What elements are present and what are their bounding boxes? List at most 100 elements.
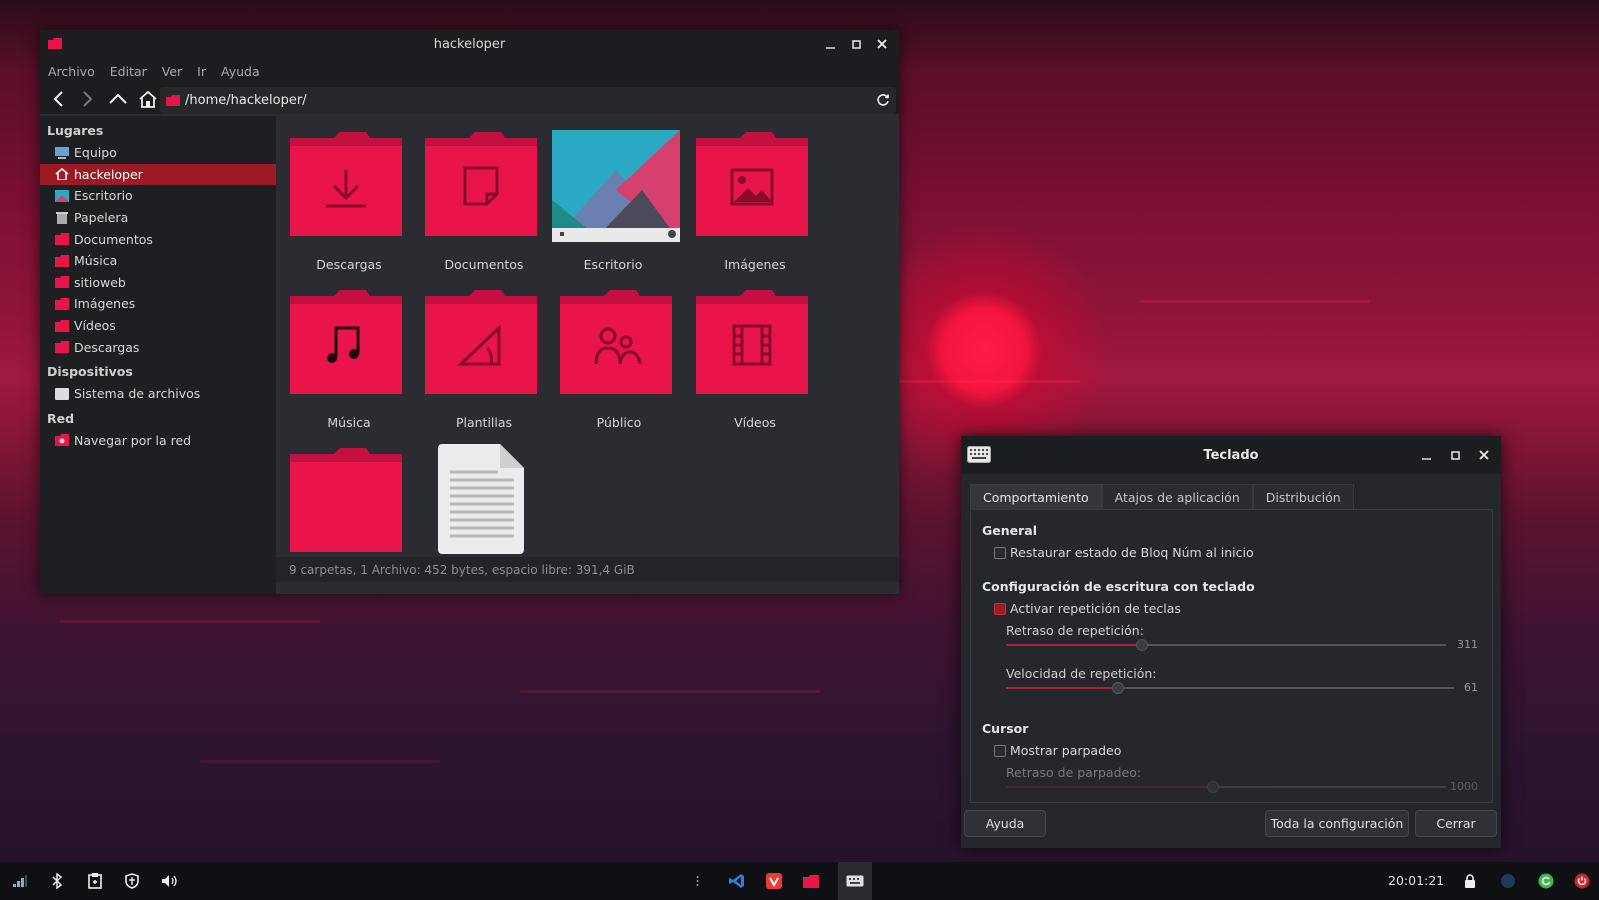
text-file-icon <box>438 444 524 554</box>
clock[interactable]: 20:01:21 <box>1388 873 1444 888</box>
slider-handle[interactable] <box>1136 639 1149 651</box>
blink-delay-slider[interactable] <box>1006 781 1446 793</box>
sidebar-item-v-deos[interactable]: Vídeos <box>40 315 276 337</box>
home-button[interactable] <box>136 87 160 111</box>
menu-ayuda[interactable]: Ayuda <box>221 64 260 79</box>
file-manager-icon[interactable] <box>801 871 821 891</box>
menu-ver[interactable]: Ver <box>162 64 182 79</box>
forward-arrow-icon <box>83 91 93 107</box>
sidebar-item-hackeloper[interactable]: hackeloper <box>40 163 276 186</box>
home-icon <box>55 168 69 181</box>
sidebar-item-network[interactable]: Navegar por la red <box>40 430 276 452</box>
vscode-icon[interactable] <box>727 871 747 891</box>
key-repeat-checkbox[interactable]: Activar repetición de teclas <box>994 601 1181 616</box>
sidebar-item-label: Descargas <box>74 339 140 355</box>
vivaldi-icon[interactable] <box>764 871 784 891</box>
file-item[interactable] <box>438 442 560 554</box>
sidebar-item-im-genes[interactable]: Imágenes <box>40 293 276 315</box>
checkbox-box[interactable] <box>994 602 1006 615</box>
weather-icon[interactable] <box>1498 871 1518 891</box>
folder-item-descargas[interactable]: Descargas <box>288 130 410 272</box>
back-button[interactable] <box>46 87 70 111</box>
checkbox-label: Restaurar estado de Bloq Núm al inicio <box>1010 545 1254 560</box>
help-button[interactable]: Ayuda <box>964 810 1046 837</box>
update-icon[interactable] <box>1536 871 1556 891</box>
menu-editar[interactable]: Editar <box>110 64 147 79</box>
minimize-button[interactable] <box>1419 448 1433 462</box>
home-icon <box>139 90 157 108</box>
music-folder-icon <box>290 290 402 394</box>
keyboard-icon[interactable] <box>838 862 872 900</box>
tab-comportamiento[interactable]: Comportamiento <box>970 484 1102 509</box>
title-bar[interactable]: hackeloper <box>40 30 899 58</box>
sidebar-item-equipo[interactable]: Equipo <box>40 142 276 164</box>
sidebar: Lugares Equipo hackeloper Escritorio Papele… <box>40 116 276 594</box>
numlock-checkbox[interactable]: Restaurar estado de Bloq Núm al inicio <box>994 545 1254 560</box>
sidebar-item-label: Sistema de archivos <box>74 386 201 402</box>
reload-icon[interactable] <box>876 93 890 107</box>
menu-archivo[interactable]: Archivo <box>48 64 95 79</box>
repeat-speed-slider[interactable] <box>1006 682 1454 694</box>
blink-checkbox[interactable]: Mostrar parpadeo <box>994 743 1121 758</box>
sidebar-item-filesystem[interactable]: Sistema de archivos <box>40 383 276 405</box>
folder-item[interactable] <box>288 446 410 556</box>
network-folder-icon <box>55 434 69 447</box>
title-bar[interactable]: Teclado <box>961 436 1501 474</box>
forward-button[interactable] <box>76 87 100 111</box>
public-folder-icon <box>560 290 672 394</box>
folder-item-musica[interactable]: Música <box>288 288 410 430</box>
devices-header: Dispositivos <box>47 363 133 379</box>
sidebar-item-documentos[interactable]: Documentos <box>40 228 276 250</box>
trash-icon <box>56 211 68 224</box>
close-button[interactable] <box>875 37 889 51</box>
bluetooth-icon[interactable] <box>47 871 67 891</box>
sidebar-item-descargas[interactable]: Descargas <box>40 336 276 358</box>
lock-icon[interactable] <box>1460 871 1480 891</box>
repeat-delay-slider[interactable] <box>1006 639 1446 651</box>
drag-handle-icon[interactable] <box>692 871 702 891</box>
blink-delay-value: 1000 <box>1450 780 1478 793</box>
sidebar-item-label: sitioweb <box>74 274 126 290</box>
minimize-button[interactable] <box>823 37 837 51</box>
close-button[interactable] <box>1477 448 1491 462</box>
menu-ir[interactable]: Ir <box>197 64 206 79</box>
slider-handle[interactable] <box>1112 682 1124 694</box>
power-icon[interactable] <box>1572 871 1592 891</box>
volume-icon[interactable] <box>159 871 179 891</box>
shield-icon[interactable] <box>122 871 142 891</box>
maximize-button[interactable] <box>849 37 863 51</box>
location-bar[interactable]: /home/hackeloper/ <box>160 87 896 114</box>
checkbox-label: Activar repetición de teclas <box>1010 601 1181 616</box>
folder-icon <box>290 448 402 552</box>
location-path: /home/hackeloper/ <box>185 93 307 108</box>
cursor-header: Cursor <box>982 721 1029 736</box>
folder-icon <box>55 233 69 246</box>
network-signal-icon[interactable] <box>10 871 30 891</box>
sidebar-item-papelera[interactable]: Papelera <box>40 207 276 229</box>
tab-bar: Comportamiento Atajos de aplicación Dist… <box>970 484 1354 509</box>
wallpaper-streak <box>1140 300 1370 303</box>
sidebar-item-escritorio[interactable]: Escritorio <box>40 185 276 207</box>
checkbox-box[interactable] <box>994 744 1006 757</box>
clipboard-icon[interactable] <box>85 871 105 891</box>
up-button[interactable] <box>106 87 130 111</box>
videos-folder-icon <box>696 290 808 394</box>
tab-atajos[interactable]: Atajos de aplicación <box>1101 484 1253 509</box>
slider-handle[interactable] <box>1206 781 1219 793</box>
folder-app-icon <box>48 38 62 49</box>
tab-distribucion[interactable]: Distribución <box>1252 484 1354 509</box>
checkbox-box[interactable] <box>994 546 1006 559</box>
sidebar-item-m-sica[interactable]: Música <box>40 250 276 272</box>
folder-item-documentos[interactable]: Documentos <box>423 130 545 272</box>
folder-item-videos[interactable]: Vídeos <box>694 288 816 430</box>
folder-item-escritorio[interactable]: Escritorio <box>552 130 680 272</box>
maximize-button[interactable] <box>1448 448 1462 462</box>
item-label: Descargas <box>316 257 382 272</box>
sidebar-item-label: hackeloper <box>74 166 143 182</box>
folder-item-publico[interactable]: Público <box>558 288 680 430</box>
folder-item-imagenes[interactable]: Imágenes <box>694 130 816 272</box>
folder-item-plantillas[interactable]: Plantillas <box>423 288 545 430</box>
all-settings-button[interactable]: Toda la configuración <box>1265 810 1409 837</box>
sidebar-item-sitioweb[interactable]: sitioweb <box>40 272 276 294</box>
close-dialog-button[interactable]: Cerrar <box>1415 810 1497 837</box>
